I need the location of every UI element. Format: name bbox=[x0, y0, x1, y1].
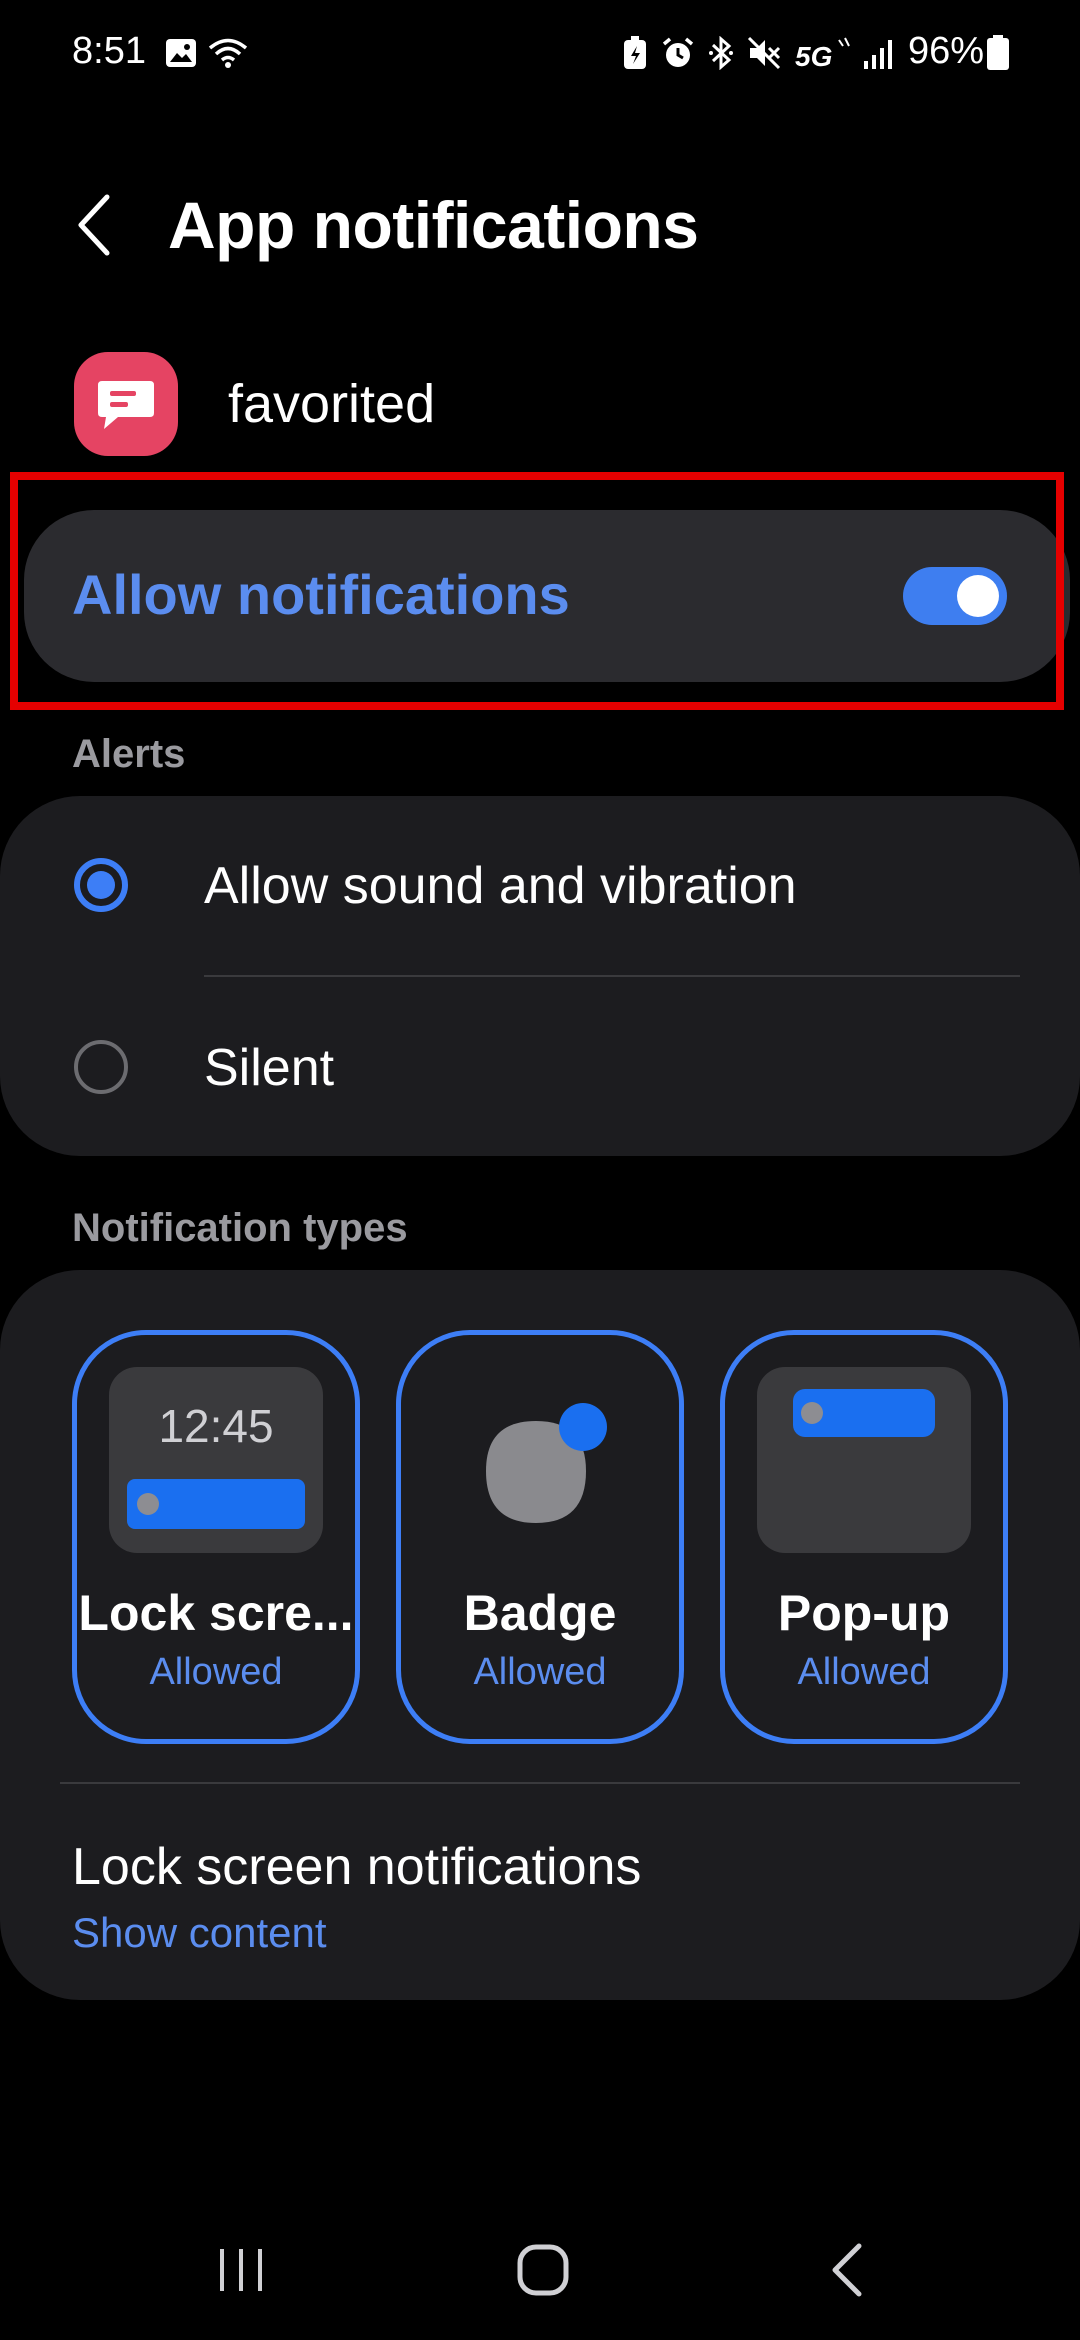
battery-icon bbox=[984, 30, 1012, 76]
chevron-left-icon bbox=[78, 194, 110, 256]
alarm-icon bbox=[660, 30, 696, 76]
battery-percent: 96% bbox=[908, 30, 985, 72]
wifi-icon bbox=[208, 30, 248, 76]
app-name: favorited bbox=[228, 374, 436, 434]
5g-icon: 5G bbox=[792, 30, 852, 76]
lock-screen-preview: 12:45 bbox=[109, 1367, 323, 1553]
alerts-section-label: Alerts bbox=[72, 732, 186, 776]
back-icon bbox=[832, 2243, 862, 2297]
gallery-icon bbox=[164, 30, 198, 76]
tile-name: Badge bbox=[463, 1585, 617, 1641]
back-button[interactable] bbox=[60, 185, 130, 265]
allow-notifications-label: Allow notifications bbox=[72, 563, 570, 626]
preview-popup-bar bbox=[793, 1389, 935, 1437]
signal-icon bbox=[862, 30, 898, 76]
tile-status: Allowed bbox=[797, 1651, 931, 1693]
recent-apps-button[interactable] bbox=[186, 2230, 296, 2310]
preview-clock: 12:45 bbox=[158, 1400, 274, 1452]
notification-types-section-label: Notification types bbox=[72, 1206, 408, 1250]
preview-notification-bar bbox=[127, 1479, 305, 1529]
back-nav-button[interactable] bbox=[792, 2230, 902, 2310]
recent-apps-icon bbox=[220, 2249, 262, 2291]
lock-screen-notifications-title: Lock screen notifications bbox=[72, 1838, 642, 1896]
divider bbox=[60, 1782, 1020, 1784]
badge-type-tile[interactable]: Badge Allowed bbox=[396, 1330, 684, 1744]
divider bbox=[204, 975, 1020, 977]
app-icon bbox=[74, 352, 178, 456]
chat-bubble-icon bbox=[98, 381, 154, 429]
radio-unselected-icon[interactable] bbox=[74, 1040, 128, 1094]
toggle-knob bbox=[957, 575, 999, 617]
tile-status: Allowed bbox=[149, 1651, 283, 1693]
bluetooth-icon bbox=[706, 30, 736, 76]
tile-name: Pop-up bbox=[777, 1585, 951, 1641]
radio-selected-icon[interactable] bbox=[74, 858, 128, 912]
home-button[interactable] bbox=[488, 2230, 598, 2310]
lock-screen-notifications-value: Show content bbox=[72, 1909, 327, 1956]
alert-option-label: Allow sound and vibration bbox=[204, 857, 797, 915]
alert-option-label: Silent bbox=[204, 1039, 335, 1097]
allow-notifications-toggle[interactable] bbox=[903, 567, 1007, 625]
tile-status: Allowed bbox=[473, 1651, 607, 1693]
alert-option-silent[interactable] bbox=[0, 985, 1080, 1145]
status-time: 8:51 bbox=[72, 30, 146, 72]
battery-saver-icon bbox=[622, 30, 648, 76]
mute-icon bbox=[746, 30, 782, 76]
page-title: App notifications bbox=[168, 188, 699, 262]
popup-preview bbox=[757, 1367, 971, 1553]
app-badge-icon bbox=[486, 1403, 607, 1523]
tile-name: Lock scre... bbox=[78, 1585, 354, 1641]
popup-type-tile[interactable]: Pop-up Allowed bbox=[720, 1330, 1008, 1744]
lock-screen-type-tile[interactable]: 12:45 Lock scre... Allowed bbox=[72, 1330, 360, 1744]
svg-text:5G: 5G bbox=[795, 41, 832, 70]
home-icon bbox=[517, 2244, 569, 2296]
